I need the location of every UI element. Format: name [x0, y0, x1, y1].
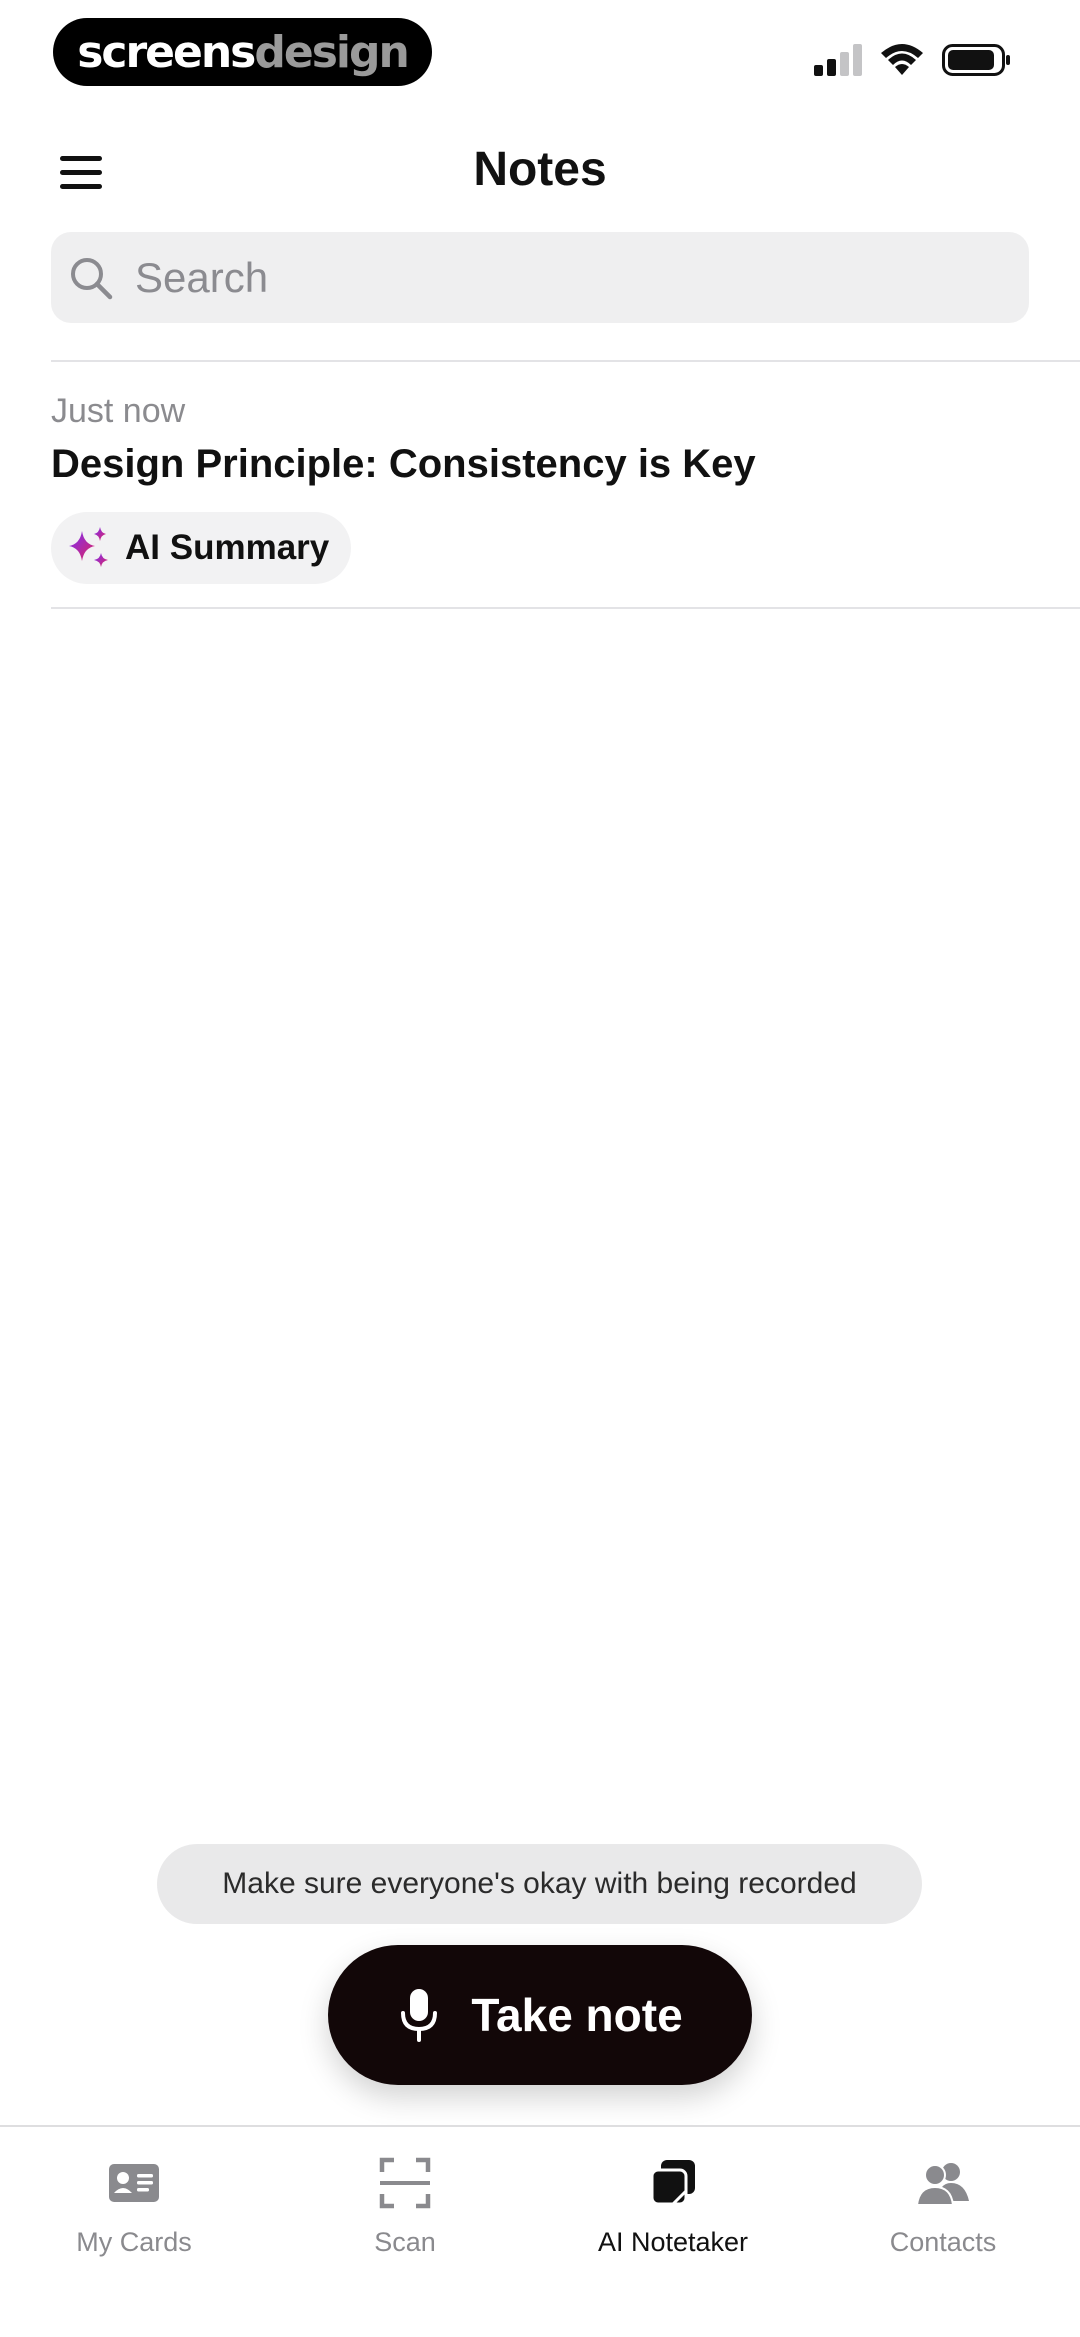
battery-icon	[942, 44, 1010, 76]
menu-button[interactable]	[58, 153, 104, 193]
search-input[interactable]	[133, 252, 937, 303]
wifi-icon	[881, 44, 923, 75]
tab-ai-notetaker[interactable]: AI Notetaker	[573, 2147, 773, 2277]
status-icons	[812, 40, 1012, 80]
tab-label-scan: Scan	[374, 2227, 436, 2257]
ai-summary-label: AI Summary	[125, 528, 330, 567]
tab-my-cards[interactable]: My Cards	[34, 2147, 234, 2277]
brand-logo-secondary: design	[254, 26, 409, 78]
tab-scan[interactable]: Scan	[305, 2147, 505, 2277]
notes-stack-icon	[650, 2160, 695, 2206]
recording-consent-toast: Make sure everyone's okay with being rec…	[157, 1844, 922, 1924]
search-icon	[71, 257, 113, 299]
tab-bar: My Cards Scan AI Notetaker Contacts	[0, 2125, 1080, 2337]
tab-label-contacts: Contacts	[889, 2227, 997, 2257]
sparkle-icon	[69, 527, 108, 567]
cellular-signal-icon	[814, 44, 862, 76]
brand-logo-primary: screens	[77, 26, 256, 78]
page-title: Notes	[473, 143, 607, 196]
people-icon	[915, 2163, 969, 2206]
tab-label-my-cards: My Cards	[76, 2227, 192, 2257]
note-title: Design Principle: Consistency is Key	[51, 442, 756, 486]
note-list-item[interactable]: Just now Design Principle: Consistency i…	[51, 362, 1080, 608]
search-bar[interactable]	[51, 232, 1029, 323]
scan-frame-icon	[379, 2157, 431, 2209]
take-note-label: Take note	[471, 1989, 683, 2041]
ai-summary-chip[interactable]: AI Summary	[51, 512, 352, 584]
tab-label-ai-notetaker: AI Notetaker	[597, 2227, 749, 2257]
note-timestamp: Just now	[51, 392, 186, 430]
microphone-icon	[401, 1989, 438, 2042]
take-note-button[interactable]: Take note	[328, 1945, 752, 2085]
hamburger-menu-icon	[60, 156, 102, 189]
list-bottom-divider	[51, 607, 1080, 609]
tab-contacts[interactable]: Contacts	[843, 2147, 1043, 2277]
id-card-icon	[109, 2164, 159, 2202]
brand-logo: screens design	[53, 18, 432, 86]
